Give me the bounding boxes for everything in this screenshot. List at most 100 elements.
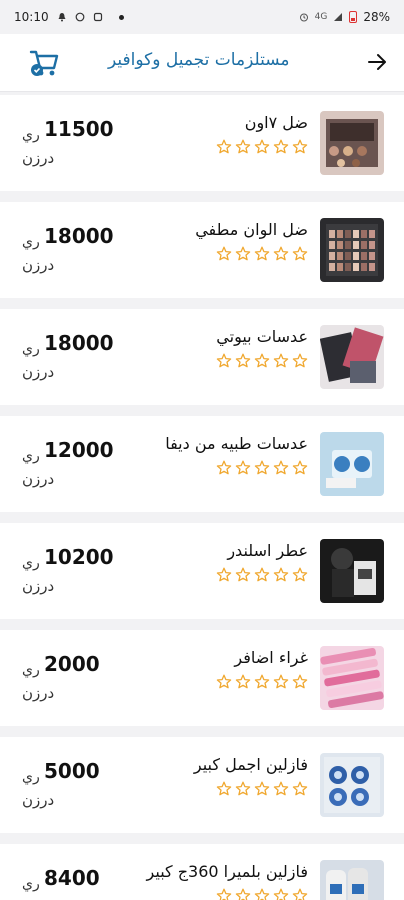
- alarm-clock-icon: [299, 13, 308, 22]
- product-image[interactable]: [320, 539, 384, 603]
- battery-icon: [349, 11, 358, 23]
- product-card[interactable]: عطر اسلندر 10200 ري درزن: [0, 523, 404, 619]
- star-outline-icon[interactable]: [292, 353, 308, 369]
- star-outline-icon[interactable]: [273, 888, 289, 900]
- notification-dot-icon: [118, 14, 124, 20]
- product-card[interactable]: فازلين بلميرا 360ج كبير8400ريدرزن: [0, 844, 404, 900]
- product-name[interactable]: فازلين اجمل كبير: [194, 755, 308, 774]
- star-outline-icon[interactable]: [216, 353, 232, 369]
- price-currency: ري: [22, 341, 40, 357]
- status-time: 10:10: [14, 10, 49, 24]
- star-outline-icon[interactable]: [273, 139, 289, 155]
- star-outline-icon[interactable]: [292, 460, 308, 476]
- product-price: 12000: [44, 438, 114, 462]
- price-currency: ري: [22, 555, 40, 571]
- cart-icon[interactable]: [28, 48, 60, 78]
- product-price: 18000: [44, 224, 114, 248]
- star-outline-icon[interactable]: [254, 888, 270, 900]
- rating-stars[interactable]: [216, 567, 308, 583]
- product-card[interactable]: غراء اضافر 2000 ري درزن: [0, 630, 404, 726]
- product-card[interactable]: عدسات طبيه من ديفا 12000 ري درزن: [0, 416, 404, 512]
- star-outline-icon[interactable]: [216, 139, 232, 155]
- star-outline-icon[interactable]: [254, 246, 270, 262]
- product-name[interactable]: ضل الوان مطفي: [195, 220, 308, 239]
- star-outline-icon[interactable]: [254, 139, 270, 155]
- product-name[interactable]: ضل ٧اون: [245, 113, 308, 132]
- star-outline-icon[interactable]: [216, 888, 232, 900]
- star-outline-icon[interactable]: [273, 674, 289, 690]
- product-image[interactable]: [320, 753, 384, 817]
- star-outline-icon[interactable]: [292, 246, 308, 262]
- star-outline-icon[interactable]: [216, 246, 232, 262]
- star-outline-icon[interactable]: [254, 353, 270, 369]
- star-outline-icon[interactable]: [273, 353, 289, 369]
- rating-stars[interactable]: [216, 674, 308, 690]
- data-saver-icon: [93, 12, 102, 22]
- star-outline-icon[interactable]: [216, 460, 232, 476]
- star-outline-icon[interactable]: [292, 781, 308, 797]
- product-name[interactable]: عدسات بيوتي: [216, 327, 308, 346]
- star-outline-icon[interactable]: [273, 781, 289, 797]
- rating-stars[interactable]: [216, 460, 308, 476]
- star-outline-icon[interactable]: [273, 246, 289, 262]
- rating-stars[interactable]: [216, 139, 308, 155]
- rating-stars[interactable]: [216, 781, 308, 797]
- star-outline-icon[interactable]: [216, 781, 232, 797]
- rating-stars[interactable]: [216, 888, 308, 900]
- price-unit: درزن: [22, 149, 55, 167]
- rating-stars[interactable]: [216, 246, 308, 262]
- price-currency: ري: [22, 662, 40, 678]
- network-type: 4G: [314, 12, 328, 22]
- product-price: 11500: [44, 117, 114, 141]
- price-currency: ري: [22, 234, 40, 250]
- star-outline-icon[interactable]: [292, 567, 308, 583]
- product-name[interactable]: فازلين بلميرا 360ج كبير: [147, 862, 308, 881]
- star-outline-icon[interactable]: [254, 781, 270, 797]
- price-unit: درزن: [22, 684, 55, 702]
- product-image[interactable]: [320, 432, 384, 496]
- star-outline-icon[interactable]: [216, 674, 232, 690]
- product-image[interactable]: [320, 646, 384, 710]
- star-outline-icon[interactable]: [254, 567, 270, 583]
- star-outline-icon[interactable]: [235, 781, 251, 797]
- product-card[interactable]: فازلين اجمل كبير 5000 ري درزن: [0, 737, 404, 833]
- star-outline-icon[interactable]: [254, 674, 270, 690]
- price-currency: ري: [22, 448, 40, 464]
- product-image[interactable]: [320, 860, 384, 900]
- page-title: مستلزمات تجميل وكوافير: [108, 50, 290, 70]
- price-currency: ري: [22, 127, 40, 143]
- product-image[interactable]: [320, 325, 384, 389]
- star-outline-icon[interactable]: [235, 567, 251, 583]
- star-outline-icon[interactable]: [235, 353, 251, 369]
- product-name[interactable]: عطر اسلندر: [227, 541, 308, 560]
- product-name[interactable]: عدسات طبيه من ديفا: [165, 434, 308, 453]
- star-outline-icon[interactable]: [292, 674, 308, 690]
- product-card[interactable]: عدسات بيوتي 18000 ري درزن: [0, 309, 404, 405]
- star-outline-icon[interactable]: [235, 139, 251, 155]
- product-price: 2000: [44, 652, 100, 676]
- star-outline-icon[interactable]: [235, 888, 251, 900]
- price-currency: ري: [22, 876, 40, 892]
- product-name[interactable]: غراء اضافر: [234, 648, 308, 667]
- price-currency: ري: [22, 769, 40, 785]
- star-outline-icon[interactable]: [235, 246, 251, 262]
- star-outline-icon[interactable]: [273, 460, 289, 476]
- star-outline-icon[interactable]: [273, 567, 289, 583]
- signal-icon: [334, 13, 343, 21]
- product-card[interactable]: ضل ٧اون 11500 ري درزن: [0, 95, 404, 191]
- product-card[interactable]: ضل الوان مطفي 18000 ري درزن: [0, 202, 404, 298]
- rating-stars[interactable]: [216, 353, 308, 369]
- price-unit: درزن: [22, 791, 55, 809]
- app-header: مستلزمات تجميل وكوافير: [0, 34, 404, 92]
- star-outline-icon[interactable]: [292, 888, 308, 900]
- arrow-right-icon[interactable]: [366, 51, 388, 73]
- status-bar: 10:10 4G 28%: [0, 0, 404, 34]
- star-outline-icon[interactable]: [216, 567, 232, 583]
- product-image[interactable]: [320, 218, 384, 282]
- star-outline-icon[interactable]: [235, 460, 251, 476]
- star-outline-icon[interactable]: [254, 460, 270, 476]
- alarm-icon: [75, 12, 84, 22]
- product-image[interactable]: [320, 111, 384, 175]
- star-outline-icon[interactable]: [292, 139, 308, 155]
- star-outline-icon[interactable]: [235, 674, 251, 690]
